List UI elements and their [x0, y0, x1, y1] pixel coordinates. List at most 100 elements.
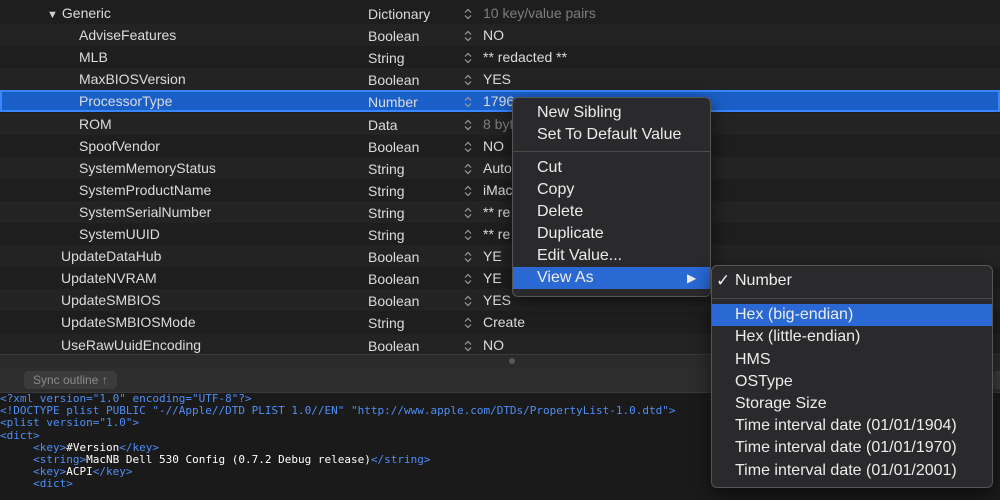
submenu-item-label: Time interval date (01/01/1904): [735, 417, 957, 435]
submenu-item-storage-size[interactable]: Storage Size: [712, 393, 992, 415]
menu-item-new-sibling[interactable]: New Sibling: [513, 102, 710, 124]
row-value[interactable]: 1796: [483, 93, 514, 109]
submenu-item-hex-big-endian[interactable]: Hex (big-endian): [712, 304, 992, 327]
row-value[interactable]: Auto: [483, 160, 512, 176]
submenu-item-ostype[interactable]: OSType: [712, 371, 992, 393]
row-key: SystemUUID: [79, 226, 160, 242]
row-type[interactable]: String: [368, 183, 405, 199]
row-value[interactable]: Create: [483, 314, 525, 330]
row-value[interactable]: 8 byt: [483, 116, 513, 132]
row-value[interactable]: iMac: [483, 182, 513, 198]
submenu-item-number[interactable]: ✓ Number: [712, 270, 992, 292]
row-key: AdviseFeatures: [79, 27, 176, 43]
row-type[interactable]: Dictionary: [368, 6, 430, 22]
row-key-label: AdviseFeatures: [79, 27, 177, 44]
up-down-stepper-icon[interactable]: [464, 29, 472, 42]
row-type[interactable]: String: [368, 50, 405, 66]
sync-outline-button[interactable]: Sync outline ↑: [24, 371, 117, 389]
row-type[interactable]: Boolean: [368, 293, 419, 309]
outline-row[interactable]: SystemProductName String iMac: [0, 179, 1000, 201]
menu-item-edit-value[interactable]: Edit Value...: [513, 245, 710, 267]
submenu-item-label: OSType: [735, 372, 793, 390]
up-down-stepper-icon[interactable]: [464, 316, 472, 329]
outline-row[interactable]: AdviseFeatures Boolean NO: [0, 24, 1000, 47]
row-key-label: SpoofVendor: [79, 137, 160, 154]
row-value[interactable]: NO: [483, 337, 504, 353]
row-key: MLB: [79, 49, 108, 65]
menu-item-copy[interactable]: Copy: [513, 179, 710, 201]
row-value[interactable]: YE: [483, 270, 502, 286]
row-type[interactable]: String: [368, 161, 405, 177]
row-type[interactable]: Boolean: [368, 271, 419, 287]
submenu-item-time-interval-date-01-01-2001[interactable]: Time interval date (01/01/2001): [712, 460, 992, 482]
row-value[interactable]: YES: [483, 292, 511, 308]
outline-row[interactable]: MLB String ** redacted **: [0, 46, 1000, 68]
row-type[interactable]: Boolean: [368, 139, 419, 155]
menu-item-cut[interactable]: Cut: [513, 157, 710, 179]
menu-item-delete[interactable]: Delete: [513, 201, 710, 223]
row-value[interactable]: YE: [483, 248, 502, 264]
toolbar-right-button[interactable]: [993, 371, 1000, 389]
up-down-stepper-icon[interactable]: [464, 118, 472, 130]
row-type[interactable]: Number: [368, 94, 418, 110]
row-value[interactable]: ** redacted **: [483, 49, 567, 65]
up-down-stepper-icon[interactable]: [464, 228, 472, 241]
outline-row[interactable]: SystemMemoryStatus String Auto: [0, 156, 1000, 179]
submenu-item-time-interval-date-01-01-1904[interactable]: Time interval date (01/01/1904): [712, 415, 992, 437]
outline-row[interactable]: ROM Data 8 byt: [0, 112, 1000, 135]
up-down-stepper-icon[interactable]: [464, 184, 472, 197]
menu-item-label: Cut: [537, 159, 562, 176]
outline-row[interactable]: ▼ Generic Dictionary 10 key/value pairs: [0, 2, 1000, 24]
row-type[interactable]: Boolean: [368, 28, 419, 44]
outline-row[interactable]: ProcessorType Number 1796: [0, 90, 1000, 113]
up-down-stepper-icon[interactable]: [464, 7, 472, 20]
row-value[interactable]: YES: [483, 71, 511, 87]
row-type[interactable]: String: [368, 227, 405, 243]
menu-item-set-to-default-value[interactable]: Set To Default Value: [513, 124, 710, 146]
menu-item-view-as[interactable]: View As ▶: [513, 267, 710, 289]
up-down-stepper-icon[interactable]: [464, 339, 472, 351]
submenu-item-label: Storage Size: [735, 395, 827, 412]
xml-token: </key>: [92, 465, 133, 479]
up-down-stepper-icon[interactable]: [464, 294, 472, 307]
outline-row[interactable]: UpdateDataHub Boolean YE: [0, 245, 1000, 268]
row-key: SystemSerialNumber: [79, 204, 211, 220]
up-down-stepper-icon[interactable]: [464, 206, 472, 219]
row-value[interactable]: NO: [483, 27, 504, 43]
divider-handle-icon[interactable]: [509, 358, 515, 364]
row-value[interactable]: NO: [483, 138, 504, 154]
submenu-item-time-interval-date-01-01-1970[interactable]: Time interval date (01/01/1970): [712, 437, 992, 459]
row-type[interactable]: Boolean: [368, 72, 419, 88]
up-down-stepper-icon[interactable]: [464, 73, 472, 86]
up-down-stepper-icon[interactable]: [464, 250, 472, 263]
row-type[interactable]: String: [368, 315, 405, 331]
up-down-stepper-icon[interactable]: [464, 272, 472, 285]
submenu-item-hex-little-endian[interactable]: Hex (little-endian): [712, 326, 992, 348]
row-value[interactable]: ** re: [483, 204, 510, 220]
up-down-stepper-icon[interactable]: [464, 51, 472, 64]
row-key: SpoofVendor: [79, 138, 160, 154]
outline-row[interactable]: SystemUUID String ** re: [0, 223, 1000, 245]
row-value[interactable]: 10 key/value pairs: [483, 5, 596, 21]
up-down-stepper-icon[interactable]: [464, 95, 472, 108]
context-menu: New Sibling Set To Default Value Cut Copy De…: [512, 97, 711, 297]
xml-token: <key>: [33, 465, 67, 479]
row-type[interactable]: Boolean: [368, 249, 419, 265]
row-type[interactable]: Data: [368, 117, 398, 133]
row-value[interactable]: ** re: [483, 226, 510, 242]
row-type[interactable]: String: [368, 205, 405, 221]
xml-token: <dict>: [33, 477, 73, 491]
submenu-item-hms[interactable]: HMS: [712, 349, 992, 371]
row-key-label: UpdateDataHub: [61, 248, 162, 265]
menu-item-duplicate[interactable]: Duplicate: [513, 223, 710, 245]
outline-row[interactable]: SpoofVendor Boolean NO: [0, 135, 1000, 157]
row-type[interactable]: Boolean: [368, 338, 419, 354]
outline-row[interactable]: MaxBIOSVersion Boolean YES: [0, 68, 1000, 91]
up-down-stepper-icon[interactable]: [464, 162, 472, 175]
xml-token: </key>: [119, 440, 159, 454]
row-key: ▼ Generic: [47, 5, 111, 21]
up-down-stepper-icon[interactable]: [464, 140, 472, 152]
row-key-label: UseRawUuidEncoding: [61, 336, 202, 353]
outline-row[interactable]: SystemSerialNumber String ** re: [0, 200, 1000, 223]
disclosure-triangle-down-icon[interactable]: ▼: [47, 9, 58, 21]
